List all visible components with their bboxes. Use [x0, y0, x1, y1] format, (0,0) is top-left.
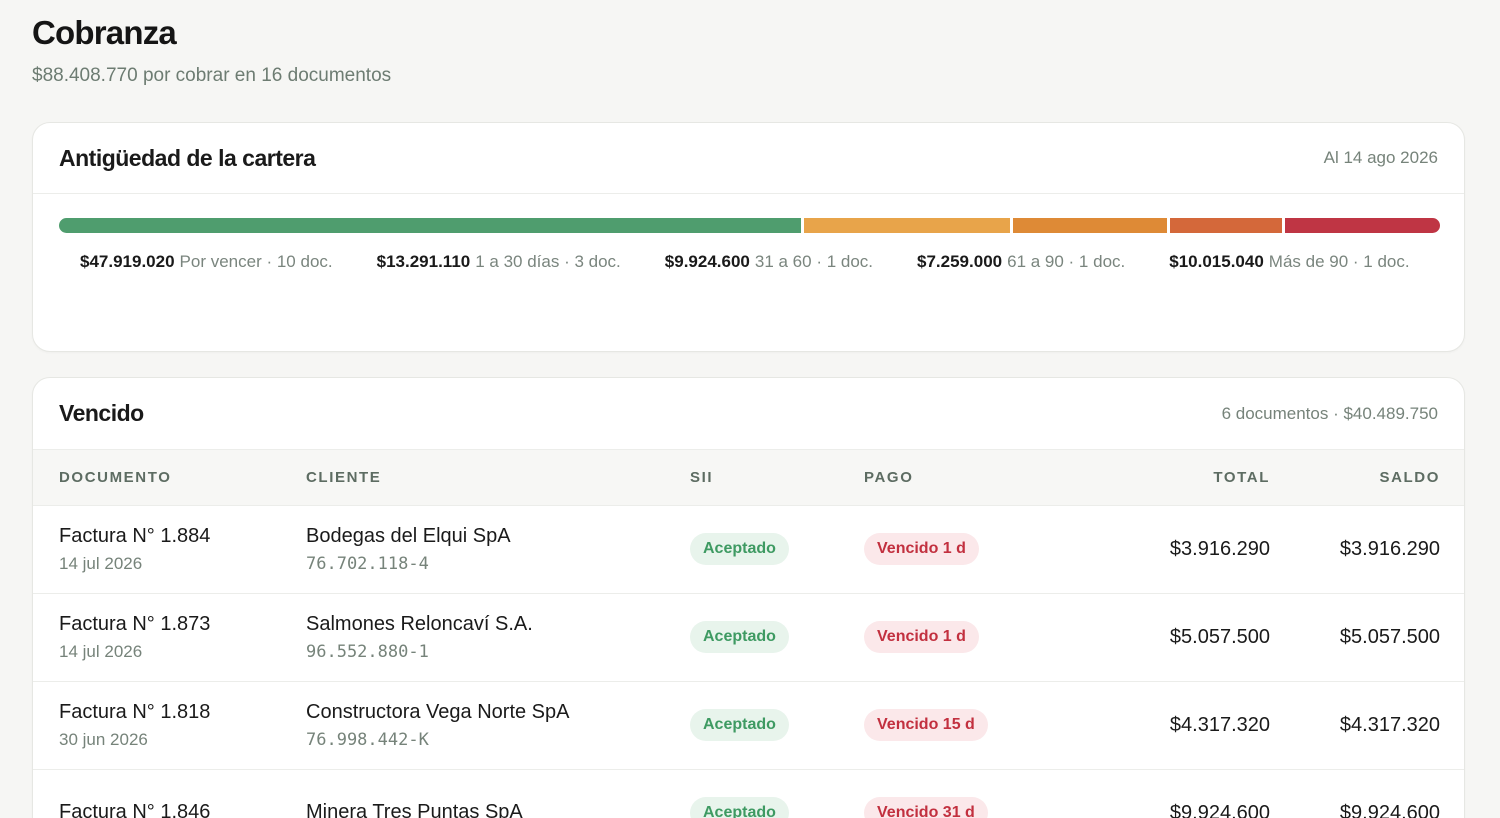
column-header-balance[interactable]: SALDO [1270, 450, 1464, 506]
table-row[interactable]: Factura N° 1.873 14 jul 2026 Salmones Relo… [33, 593, 1464, 682]
table-row[interactable]: Factura N° 1.846 Minera Tres Puntas SpA Ac… [33, 769, 1464, 818]
column-header-sii[interactable]: SII [690, 450, 864, 506]
aging-segment [59, 218, 802, 233]
document-date: 14 jul 2026 [59, 641, 143, 661]
balance-amount: $3.916.290 [1339, 537, 1440, 560]
client-rut: 76.998.442-K [306, 729, 429, 750]
aging-header: Antigüedad de la cartera Al 14 ago 2026 [33, 123, 1464, 194]
cell-sii: Aceptado [690, 681, 864, 770]
document-link[interactable]: Factura N° 1.846 [59, 799, 306, 818]
document-link[interactable]: Factura N° 1.873 [59, 611, 306, 637]
aging-legend-label: Por vencer · 10 doc. [179, 252, 333, 271]
column-header-payment[interactable]: PAGO [864, 450, 1094, 506]
sii-status-badge: Aceptado [690, 797, 789, 818]
cell-balance: $9.924.600 [1270, 769, 1464, 818]
payment-status-badge: Vencido 1 d [864, 621, 979, 653]
column-header-document[interactable]: DOCUMENTO [33, 450, 306, 506]
aging-segment [804, 218, 1010, 233]
aging-segment [1284, 218, 1440, 233]
cell-total: $9.924.600 [1094, 769, 1270, 818]
payment-status-badge: Vencido 1 d [864, 533, 979, 565]
aging-legend-item: $9.924.600 31 a 60 · 1 doc. [665, 251, 873, 273]
payment-status-badge: Vencido 15 d [864, 709, 988, 741]
overdue-title: Vencido [59, 400, 144, 426]
sii-status-badge: Aceptado [690, 533, 789, 565]
aging-legend-amount: $10.015.040 [1169, 252, 1264, 271]
cell-payment: Vencido 1 d [864, 505, 1094, 594]
cell-document: Factura N° 1.846 [33, 769, 306, 818]
balance-amount: $9.924.600 [1339, 801, 1440, 818]
total-amount: $4.317.320 [1169, 713, 1270, 736]
aging-legend-amount: $47.919.020 [80, 252, 175, 271]
sii-status-badge: Aceptado [690, 621, 789, 653]
overdue-card: Vencido 6 documentos · $40.489.750 DOCUM… [32, 377, 1465, 818]
aging-card: Antigüedad de la cartera Al 14 ago 2026 … [32, 122, 1465, 352]
total-amount: $3.916.290 [1169, 537, 1270, 560]
cell-balance: $5.057.500 [1270, 593, 1464, 682]
aging-legend-label: Más de 90 · 1 doc. [1268, 252, 1410, 271]
page-title: Cobranza [32, 14, 177, 51]
cell-client: Constructora Vega Norte SpA 76.998.442-K [306, 681, 690, 770]
overdue-rows: Factura N° 1.884 14 jul 2026 Bodegas del E… [33, 505, 1464, 818]
overdue-summary: 6 documentos · $40.489.750 [1221, 403, 1438, 423]
client-rut: 96.552.880-1 [306, 641, 429, 662]
aging-date: Al 14 ago 2026 [1323, 148, 1438, 167]
document-date: 14 jul 2026 [59, 553, 143, 573]
aging-legend-label: 31 a 60 · 1 doc. [754, 252, 874, 271]
cell-total: $3.916.290 [1094, 505, 1270, 594]
aging-bar [59, 218, 1440, 233]
cell-document: Factura N° 1.818 30 jun 2026 [33, 681, 306, 770]
cell-client: Bodegas del Elqui SpA 76.702.118-4 [306, 505, 690, 594]
aging-legend-item: $7.259.000 61 a 90 · 1 doc. [917, 251, 1125, 273]
aging-legend-item: $13.291.110 1 a 30 días · 3 doc. [377, 251, 621, 273]
payment-status-badge: Vencido 31 d [864, 797, 988, 818]
table-row[interactable]: Factura N° 1.884 14 jul 2026 Bodegas del E… [33, 505, 1464, 594]
cell-sii: Aceptado [690, 769, 864, 818]
aging-legend-amount: $9.924.600 [664, 252, 750, 271]
total-amount: $9.924.600 [1169, 801, 1270, 818]
aging-legend-amount: $13.291.110 [376, 252, 471, 271]
cell-payment: Vencido 31 d [864, 769, 1094, 818]
sii-status-badge: Aceptado [690, 709, 789, 741]
column-header-total[interactable]: TOTAL [1094, 450, 1270, 506]
aging-legend-label: 61 a 90 · 1 doc. [1007, 252, 1126, 271]
table-header-row: DOCUMENTO CLIENTE SII PAGO TOTAL SALDO [33, 450, 1464, 506]
aging-title: Antigüedad de la cartera [59, 144, 316, 171]
cell-balance: $4.317.320 [1270, 681, 1464, 770]
document-link[interactable]: Factura N° 1.884 [59, 523, 306, 549]
cell-total: $4.317.320 [1094, 681, 1270, 770]
client-name[interactable]: Bodegas del Elqui SpA [306, 523, 690, 549]
client-name[interactable]: Minera Tres Puntas SpA [306, 799, 690, 818]
total-amount: $5.057.500 [1169, 625, 1270, 648]
column-header-client[interactable]: CLIENTE [306, 450, 690, 506]
client-name[interactable]: Salmones Reloncaví S.A. [306, 611, 690, 637]
cell-document: Factura N° 1.873 14 jul 2026 [33, 593, 306, 682]
document-date: 30 jun 2026 [59, 729, 148, 749]
balance-amount: $5.057.500 [1339, 625, 1440, 648]
aging-legend-label: 1 a 30 días · 3 doc. [475, 252, 621, 271]
cell-client: Minera Tres Puntas SpA [306, 769, 690, 818]
cell-payment: Vencido 15 d [864, 681, 1094, 770]
aging-segment [1012, 218, 1167, 233]
cell-client: Salmones Reloncaví S.A. 96.552.880-1 [306, 593, 690, 682]
aging-segment [1169, 218, 1282, 233]
overdue-table: DOCUMENTO CLIENTE SII PAGO TOTAL SALDO F… [33, 450, 1464, 818]
balance-amount: $4.317.320 [1339, 713, 1440, 736]
cell-total: $5.057.500 [1094, 593, 1270, 682]
cell-sii: Aceptado [690, 593, 864, 682]
aging-legend-item: $47.919.020 Por vencer · 10 doc. [80, 251, 333, 273]
client-rut: 76.702.118-4 [306, 553, 429, 574]
document-link[interactable]: Factura N° 1.818 [59, 699, 306, 725]
cell-document: Factura N° 1.884 14 jul 2026 [33, 505, 306, 594]
page-subtitle: $88.408.770 por cobrar en 16 documentos [32, 65, 392, 86]
cell-sii: Aceptado [690, 505, 864, 594]
table-row[interactable]: Factura N° 1.818 30 jun 2026 Constructora … [33, 681, 1464, 770]
cell-balance: $3.916.290 [1270, 505, 1464, 594]
aging-legend-item: $10.015.040 Más de 90 · 1 doc. [1169, 251, 1409, 273]
client-name[interactable]: Constructora Vega Norte SpA [306, 699, 690, 725]
cell-payment: Vencido 1 d [864, 593, 1094, 682]
aging-legend-amount: $7.259.000 [917, 252, 1003, 271]
aging-legend: $47.919.020 Por vencer · 10 doc. $13.291.1… [80, 251, 1420, 273]
overdue-header: Vencido 6 documentos · $40.489.750 [33, 378, 1464, 450]
